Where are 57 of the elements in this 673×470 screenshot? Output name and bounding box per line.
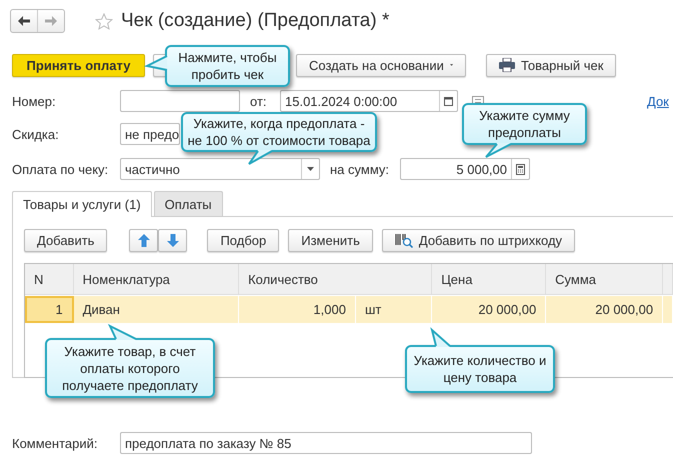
amount-field[interactable]: 5 000,00: [400, 158, 530, 180]
caret-icon: [450, 63, 453, 67]
column-header[interactable]: Сумма: [546, 264, 664, 295]
table-cell: Диван: [74, 296, 240, 323]
add-by-barcode-button[interactable]: Добавить по штрихкоду: [382, 229, 576, 252]
tab[interactable]: Оплаты: [154, 191, 223, 216]
tab[interactable]: Товары и услуги (1): [12, 191, 152, 217]
move-up-button[interactable]: [129, 229, 158, 252]
table-cell: 20 000,00: [432, 296, 546, 323]
create-based-on-button[interactable]: Создать на основании: [296, 54, 466, 76]
arrow-right-icon: [45, 16, 57, 26]
hint-tooltip: Укажите товар, в счет оплаты которого получаете предоплату: [45, 338, 215, 398]
field-label: на сумму:: [330, 162, 390, 176]
field-label: от:: [250, 94, 268, 108]
print-button[interactable]: Товарный чек: [486, 54, 616, 76]
hint-tooltip: Укажите сумму предоплаты: [462, 103, 587, 145]
window-title: Чек (создание) (Предоплата) *: [121, 10, 390, 32]
column-header[interactable]: Номенклатура: [74, 264, 240, 295]
field-label: Скидка:: [12, 126, 60, 142]
caret-icon: [307, 167, 314, 171]
move-down-button[interactable]: [158, 229, 188, 252]
calculator-icon: [516, 164, 525, 174]
table-cell: шт: [356, 296, 432, 323]
arrow-down-icon: [166, 234, 179, 247]
table-button[interactable]: Подбор: [207, 229, 280, 252]
arrow-up-icon: [138, 234, 150, 247]
table-cell: 20 000,00: [546, 296, 664, 323]
callout-pointer: [145, 54, 167, 74]
callout-pointer: [108, 324, 138, 340]
field-label: Комментарий:: [12, 436, 98, 450]
hint-tooltip: Укажите, когда предоплата - не 100 % от стоимости товара: [181, 112, 377, 152]
comment-field[interactable]: предоплата по заказу № 85: [120, 432, 532, 454]
accept-payment-button[interactable]: Принять оплату: [12, 54, 145, 76]
table-row[interactable]: 1 Диван 1,000 шт 20 000,00 20 000,00: [25, 295, 673, 326]
hint-tooltip: Укажите количество и цену товара: [405, 345, 555, 393]
callout-pointer: [483, 143, 513, 159]
arrow-left-icon: [18, 16, 30, 26]
star-icon[interactable]: [95, 12, 113, 30]
column-header[interactable]: Количество: [239, 264, 432, 295]
column-header[interactable]: N: [25, 264, 74, 295]
document-link[interactable]: Док: [647, 94, 669, 108]
table-button[interactable]: Изменить: [288, 229, 373, 252]
date-field[interactable]: 15.01.2024 0:00:00: [280, 90, 458, 112]
printer-icon: [499, 58, 515, 72]
number-field[interactable]: [120, 90, 240, 112]
table-cell: 1,000: [239, 296, 356, 323]
barcode-icon: [394, 233, 413, 248]
callout-pointer: [430, 328, 452, 347]
hint-tooltip: Нажмите, чтобы пробить чек: [165, 45, 290, 87]
discount-field[interactable]: не предо: [120, 123, 180, 145]
table-cell: 1: [25, 296, 74, 323]
calendar-icon: [444, 96, 453, 106]
field-label: Номер:: [12, 94, 57, 108]
payment-dropdown[interactable]: частично: [120, 158, 320, 180]
field-label: Оплата по чеку:: [12, 162, 110, 176]
column-header[interactable]: Цена: [432, 264, 546, 295]
table-button[interactable]: Добавить: [24, 229, 108, 252]
